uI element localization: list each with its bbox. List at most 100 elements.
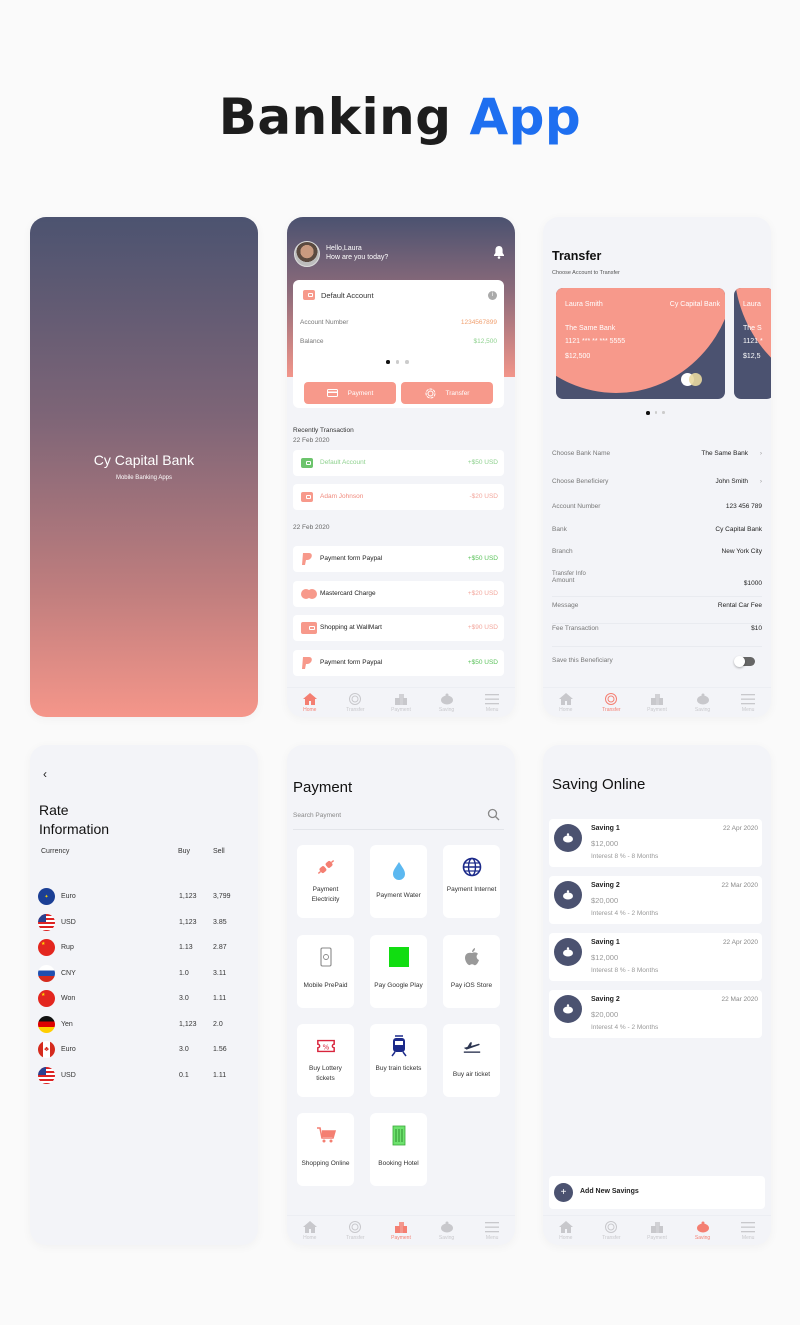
transaction-row[interactable]: Payment form Paypal +$50 USD [293, 546, 504, 572]
transaction-row[interactable]: Shopping at WallMart +$90 USD [293, 615, 504, 641]
carousel-dots[interactable] [646, 411, 665, 415]
payment-tile[interactable]: Mobile PrePaid [297, 935, 354, 1008]
nav-home-label: Home [559, 706, 573, 713]
payment-tile[interactable]: Payment Electricity [297, 845, 354, 918]
saving-card[interactable]: Saving 1 22 Apr 2020 $12,000 Interest 8 … [549, 933, 762, 981]
field-label: Fee Transaction [552, 625, 599, 632]
rate-row[interactable]: ★ Rup 1.13 2.87 [38, 939, 248, 957]
save-beneficiary-label: Save this Beneficiary [552, 657, 613, 664]
payment-tile[interactable]: % Buy Lottery tickets [297, 1024, 354, 1097]
field-message[interactable]: Message Rental Car Fee [552, 602, 762, 624]
rate-row[interactable]: Yen 1,123 2.0 [38, 1015, 248, 1034]
nav-transfer[interactable]: Transfer [591, 692, 631, 713]
payment-button[interactable]: Payment [304, 382, 396, 404]
field-amount[interactable]: Transfer Info Amount $1000 [552, 571, 762, 597]
page-title: Banking App [0, 88, 800, 146]
rate-row[interactable]: ✦ Euro 1,123 3,799 [38, 888, 248, 906]
nav-payment[interactable]: Payment [637, 693, 677, 713]
back-icon[interactable]: ‹ [43, 767, 47, 781]
piggy-bank-icon [696, 693, 709, 704]
payment-tile-label: Buy Lottery tickets [309, 1065, 342, 1082]
transaction-name: Mastercard Charge [320, 590, 376, 597]
nav-menu[interactable]: Menu [728, 693, 768, 713]
bank-card-next[interactable]: Laura The S 1121 * $12,5 [734, 288, 771, 399]
add-saving-button[interactable]: + Add New Savings [549, 1176, 765, 1209]
home-icon [558, 692, 573, 705]
transaction-row[interactable]: Default Account +$50 USD [293, 450, 504, 476]
carousel-dots[interactable] [386, 360, 409, 364]
field-label: Message [552, 602, 579, 609]
nav-saving[interactable]: Saving [683, 1221, 723, 1241]
nav-home[interactable]: Home [546, 692, 586, 713]
nav-saving[interactable]: Saving [427, 693, 467, 713]
nav-transfer[interactable]: Transfer [591, 1220, 631, 1241]
payment-tile[interactable]: Payment Water [370, 845, 427, 918]
piggy-bank-icon [696, 1221, 709, 1232]
search-bar[interactable]: Search Payment [293, 808, 504, 830]
payment-tile-label: Payment Water [376, 892, 421, 899]
nav-home[interactable]: Home [290, 692, 330, 713]
rate-row[interactable]: ♣ Euro 3.0 1.56 [38, 1041, 248, 1059]
piggy-bank-icon [440, 693, 453, 704]
rate-buy: 1.0 [179, 969, 189, 977]
rate-buy: 1.13 [179, 944, 193, 951]
nav-home[interactable]: Home [546, 1220, 586, 1241]
transaction-row[interactable]: Adam Johnson -$20 USD [293, 484, 504, 510]
nav-payment[interactable]: Payment [381, 1221, 421, 1241]
payment-tile[interactable]: Pay Google Play [370, 935, 427, 1008]
bell-icon[interactable] [493, 245, 505, 259]
payment-tile[interactable]: Payment Internet [443, 845, 500, 918]
save-beneficiary-toggle[interactable] [734, 656, 755, 667]
nav-transfer[interactable]: Transfer [335, 692, 375, 713]
saving-card[interactable]: Saving 1 22 Apr 2020 $12,000 Interest 8 … [549, 819, 762, 867]
save-beneficiary-row: Save this Beneficiary [552, 657, 762, 679]
saving-card[interactable]: Saving 2 22 Mar 2020 $20,000 Interest 4 … [549, 990, 762, 1038]
payment-tile[interactable]: Shopping Online [297, 1113, 354, 1186]
payment-tile[interactable]: Booking Hotel [370, 1113, 427, 1186]
info-icon[interactable]: i [488, 291, 497, 300]
apple-icon [462, 947, 482, 967]
field-bank-name[interactable]: Choose Bank Name The Same Bank › [552, 450, 762, 472]
rate-buy: 1,123 [179, 1020, 197, 1028]
payment-tile[interactable]: Pay iOS Store [443, 935, 500, 1008]
transaction-row[interactable]: Payment form Paypal +$50 USD [293, 650, 504, 676]
google-play-icon [388, 947, 409, 967]
bank-card[interactable]: Laura Smith Cy Capital Bank The Same Ban… [556, 288, 725, 399]
search-input[interactable]: Search Payment [293, 812, 341, 819]
nav-menu[interactable]: Menu [472, 693, 512, 713]
transaction-row[interactable]: Mastercard Charge +$20 USD [293, 581, 504, 607]
account-card[interactable]: Default Account i Account Number 1234567… [293, 280, 504, 408]
rate-row[interactable]: ★ Won 3.0 1.11 [38, 990, 248, 1008]
saving-interest: Interest 8 % - 8 Months [591, 853, 659, 860]
nav-saving[interactable]: Saving [683, 693, 723, 713]
nav-transfer[interactable]: Transfer [335, 1220, 375, 1241]
rate-row[interactable]: USD 0.1 1.11 [38, 1066, 248, 1085]
payment-tile[interactable]: Buy train tickets [370, 1024, 427, 1097]
rate-currency: USD [61, 918, 76, 926]
rate-sell: 2.0 [213, 1020, 223, 1028]
header-currency: Currency [41, 848, 70, 855]
title-accent: App [469, 88, 582, 146]
payment-tile[interactable]: Buy air ticket [443, 1024, 500, 1097]
nav-menu[interactable]: Menu [472, 1221, 512, 1241]
rate-row[interactable]: USD 1,123 3.85 [38, 913, 248, 932]
avatar[interactable] [294, 241, 320, 267]
saving-card[interactable]: Saving 2 22 Mar 2020 $20,000 Interest 4 … [549, 876, 762, 924]
flag-de-icon [38, 1015, 55, 1033]
search-icon[interactable] [487, 808, 500, 821]
coins-icon [394, 693, 407, 705]
flag-ca-icon: ♣ [38, 1041, 55, 1058]
transfer-button[interactable]: Transfer [401, 382, 493, 404]
rate-buy: 1,123 [179, 918, 197, 926]
rate-row[interactable]: CNY 1.0 3.11 [38, 964, 248, 983]
nav-payment[interactable]: Payment [637, 1221, 677, 1241]
nav-menu-label: Menu [485, 1234, 499, 1241]
field-beneficiary[interactable]: Choose Beneficiery John Smith › [552, 478, 762, 500]
header-buy: Buy [178, 848, 191, 855]
nav-menu[interactable]: Menu [728, 1221, 768, 1241]
piggy-bank-icon [554, 995, 582, 1023]
nav-home[interactable]: Home [290, 1220, 330, 1241]
nav-payment[interactable]: Payment [381, 693, 421, 713]
payment-tile-label: Buy train tickets [375, 1065, 422, 1072]
nav-saving[interactable]: Saving [427, 1221, 467, 1241]
